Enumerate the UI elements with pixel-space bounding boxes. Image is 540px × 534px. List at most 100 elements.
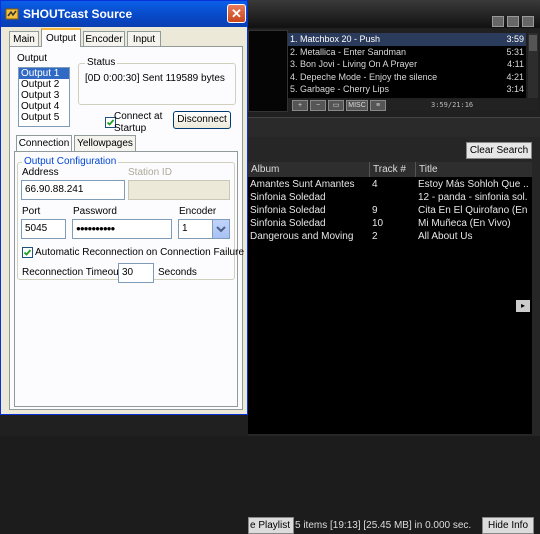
reconnect-timeout-input[interactable]: 30 (118, 263, 154, 283)
port-label: Port (22, 206, 41, 217)
close-button[interactable]: ✕ (227, 4, 246, 23)
cell-album: Sinfonia Soledad (250, 192, 326, 203)
visualizer-panel (248, 30, 288, 112)
cell-track: 10 (372, 218, 384, 229)
clear-search-button[interactable]: Clear Search (466, 142, 532, 159)
playlist-item-title: 3. Bon Jovi - Living On A Prayer (290, 59, 418, 69)
address-label: Address (22, 167, 59, 178)
encoder-value: 1 (182, 223, 188, 234)
auto-reconnect-checkbox[interactable] (22, 247, 33, 258)
remove-button[interactable]: − (310, 100, 326, 111)
panel-divider (248, 117, 540, 138)
playlist-item[interactable]: 1. Matchbox 20 - Push 3:59 (288, 33, 526, 46)
scroll-thumb[interactable] (529, 35, 537, 51)
table-header: Album Track # Title (248, 162, 532, 177)
playlist-item-title: 4. Depeche Mode - Enjoy the silence (290, 71, 438, 82)
close-icon[interactable] (522, 16, 534, 27)
cell-title: Cita En El Quirofano (En ... (418, 205, 528, 216)
status-text: [0D 0:00:30] Sent 119589 bytes (85, 73, 225, 84)
station-id-input (128, 180, 230, 200)
add-button[interactable]: + (292, 100, 308, 111)
shade-icon[interactable] (507, 16, 519, 27)
winamp-titlebar (248, 0, 540, 28)
table-row[interactable]: Dangerous and Moving 2 All About Us (248, 230, 532, 243)
minimize-icon[interactable] (492, 16, 504, 27)
reconnect-timeout-label: Reconnection Timeout (22, 267, 122, 278)
cell-track: 4 (372, 179, 378, 190)
cell-album: Dangerous and Moving (250, 231, 354, 242)
tab-output[interactable]: Output (41, 28, 81, 47)
table-row[interactable]: Sinfonia Soledad 12 - panda - sinfonia so… (248, 191, 532, 204)
output-list-item[interactable]: Output 5 (19, 112, 69, 123)
playlist-item[interactable]: 2. Metallica - Enter Sandman 5:31 (288, 46, 526, 59)
shoutcast-icon (5, 8, 19, 20)
playlist-item[interactable]: 3. Bon Jovi - Living On A Prayer 4:11 (288, 58, 526, 71)
encoder-select[interactable]: 1 (178, 219, 230, 239)
library-status: 5 items [19:13] [25.45 MB] in 0.000 sec. (295, 520, 472, 531)
table-row[interactable]: Sinfonia Soledad 9 Cita En El Quirofano (E… (248, 204, 532, 217)
checkmark-icon (23, 249, 32, 256)
address-input[interactable]: 66.90.88.241 (21, 180, 125, 200)
output-config-group: Output Configuration Address 66.90.88.24… (17, 156, 244, 283)
cell-album: Sinfonia Soledad (250, 205, 326, 216)
chevron-down-icon[interactable] (212, 220, 229, 238)
list-button[interactable]: ≡ (370, 100, 386, 111)
cell-title: All About Us (418, 231, 473, 242)
playlist-scrollbar[interactable] (528, 33, 538, 98)
shoutcast-dialog: SHOUTcast Source ✕ Main Output Encoder I… (0, 0, 248, 415)
output-list-item[interactable]: Output 1 (19, 68, 69, 79)
cell-title: Mi Muñeca (En Vivo) (418, 218, 511, 229)
output-list-item[interactable]: Output 3 (19, 90, 69, 101)
playlist[interactable]: 1. Matchbox 20 - Push 3:59 2. Metallica - … (288, 33, 526, 98)
output-list-item[interactable]: Output 2 (19, 79, 69, 90)
hide-info-button[interactable]: Hide Info (482, 517, 534, 534)
auto-reconnect-label: Automatic Reconnection on Connection Fai… (35, 247, 245, 258)
playlist-item[interactable]: 5. Garbage - Cherry Lips 3:14 (288, 83, 526, 96)
playlist-item-title: 1. Matchbox 20 - Push (290, 34, 381, 44)
scroll-right-icon[interactable]: ▸ (516, 300, 530, 312)
connect-at-startup-label: Connect at Startup (114, 111, 163, 134)
tab-main[interactable]: Main (9, 31, 39, 46)
cell-track: 9 (372, 205, 378, 216)
select-button[interactable]: ▭ (328, 100, 344, 111)
table-row[interactable]: Sinfonia Soledad 10 Mi Muñeca (En Vivo) (248, 217, 532, 230)
cell-title: Estoy Más Sohloh Que ... (418, 179, 528, 190)
dialog-titlebar: SHOUTcast Source ✕ (1, 1, 247, 27)
cell-album: Amantes Sunt Amantes (250, 179, 355, 190)
playlist-item[interactable]: 4. Depeche Mode - Enjoy the silence 4:21 (288, 71, 526, 84)
table-row[interactable]: Amantes Sunt Amantes 4 Estoy Más Sohloh Qu… (248, 178, 532, 191)
connection-panel: Output Configuration Address 66.90.88.24… (14, 151, 244, 407)
output-label: Output (17, 53, 48, 64)
column-track[interactable]: Track # (369, 162, 415, 177)
tab-encoder[interactable]: Encoder (83, 31, 125, 46)
playlist-item-duration: 3:14 (506, 84, 524, 94)
disconnect-button[interactable]: Disconnect (173, 111, 231, 129)
media-table: Album Track # Title Amantes Sunt Amantes… (248, 162, 534, 534)
playlist-item-title: 5. Garbage - Cherry Lips (290, 84, 390, 94)
tab-input[interactable]: Input (127, 31, 161, 46)
subtab-yellowpages[interactable]: Yellowpages (74, 135, 136, 151)
misc-button[interactable]: MISC (346, 100, 368, 111)
playlist-item-duration: 5:31 (506, 46, 524, 57)
output-list[interactable]: Output 1 Output 2 Output 3 Output 4 Output 5 (18, 67, 70, 127)
column-title[interactable]: Title (415, 162, 531, 177)
port-input[interactable]: 5045 (21, 219, 66, 239)
playlist-toolbar: + − ▭ MISC ≡ 3:59/21:16 (288, 99, 538, 111)
output-list-item[interactable]: Output 4 (19, 101, 69, 112)
playlist-item-duration: 3:59 (506, 34, 524, 44)
cell-title: 12 - panda - sinfonia sol... (418, 192, 528, 203)
encoder-label: Encoder (179, 206, 217, 217)
subtab-connection[interactable]: Connection (16, 135, 72, 151)
status-label: Status (85, 57, 118, 69)
password-label: Password (73, 206, 117, 217)
media-library: Clear Search Album Track # Title Amantes… (248, 137, 540, 534)
playlist-time: 3:59/21:16 (431, 101, 474, 109)
cell-album: Sinfonia Soledad (250, 218, 326, 229)
cell-track: 2 (372, 231, 378, 242)
password-input[interactable]: ●●●●●●●●●● (72, 219, 172, 239)
column-album[interactable]: Album (248, 162, 368, 177)
dialog-title: SHOUTcast Source (23, 7, 133, 21)
playlist-item-title: 2. Metallica - Enter Sandman (290, 46, 407, 57)
status-group: Status [0D 0:00:30] Sent 119589 bytes (78, 57, 236, 105)
playlist-button[interactable]: e Playlist (248, 517, 294, 534)
